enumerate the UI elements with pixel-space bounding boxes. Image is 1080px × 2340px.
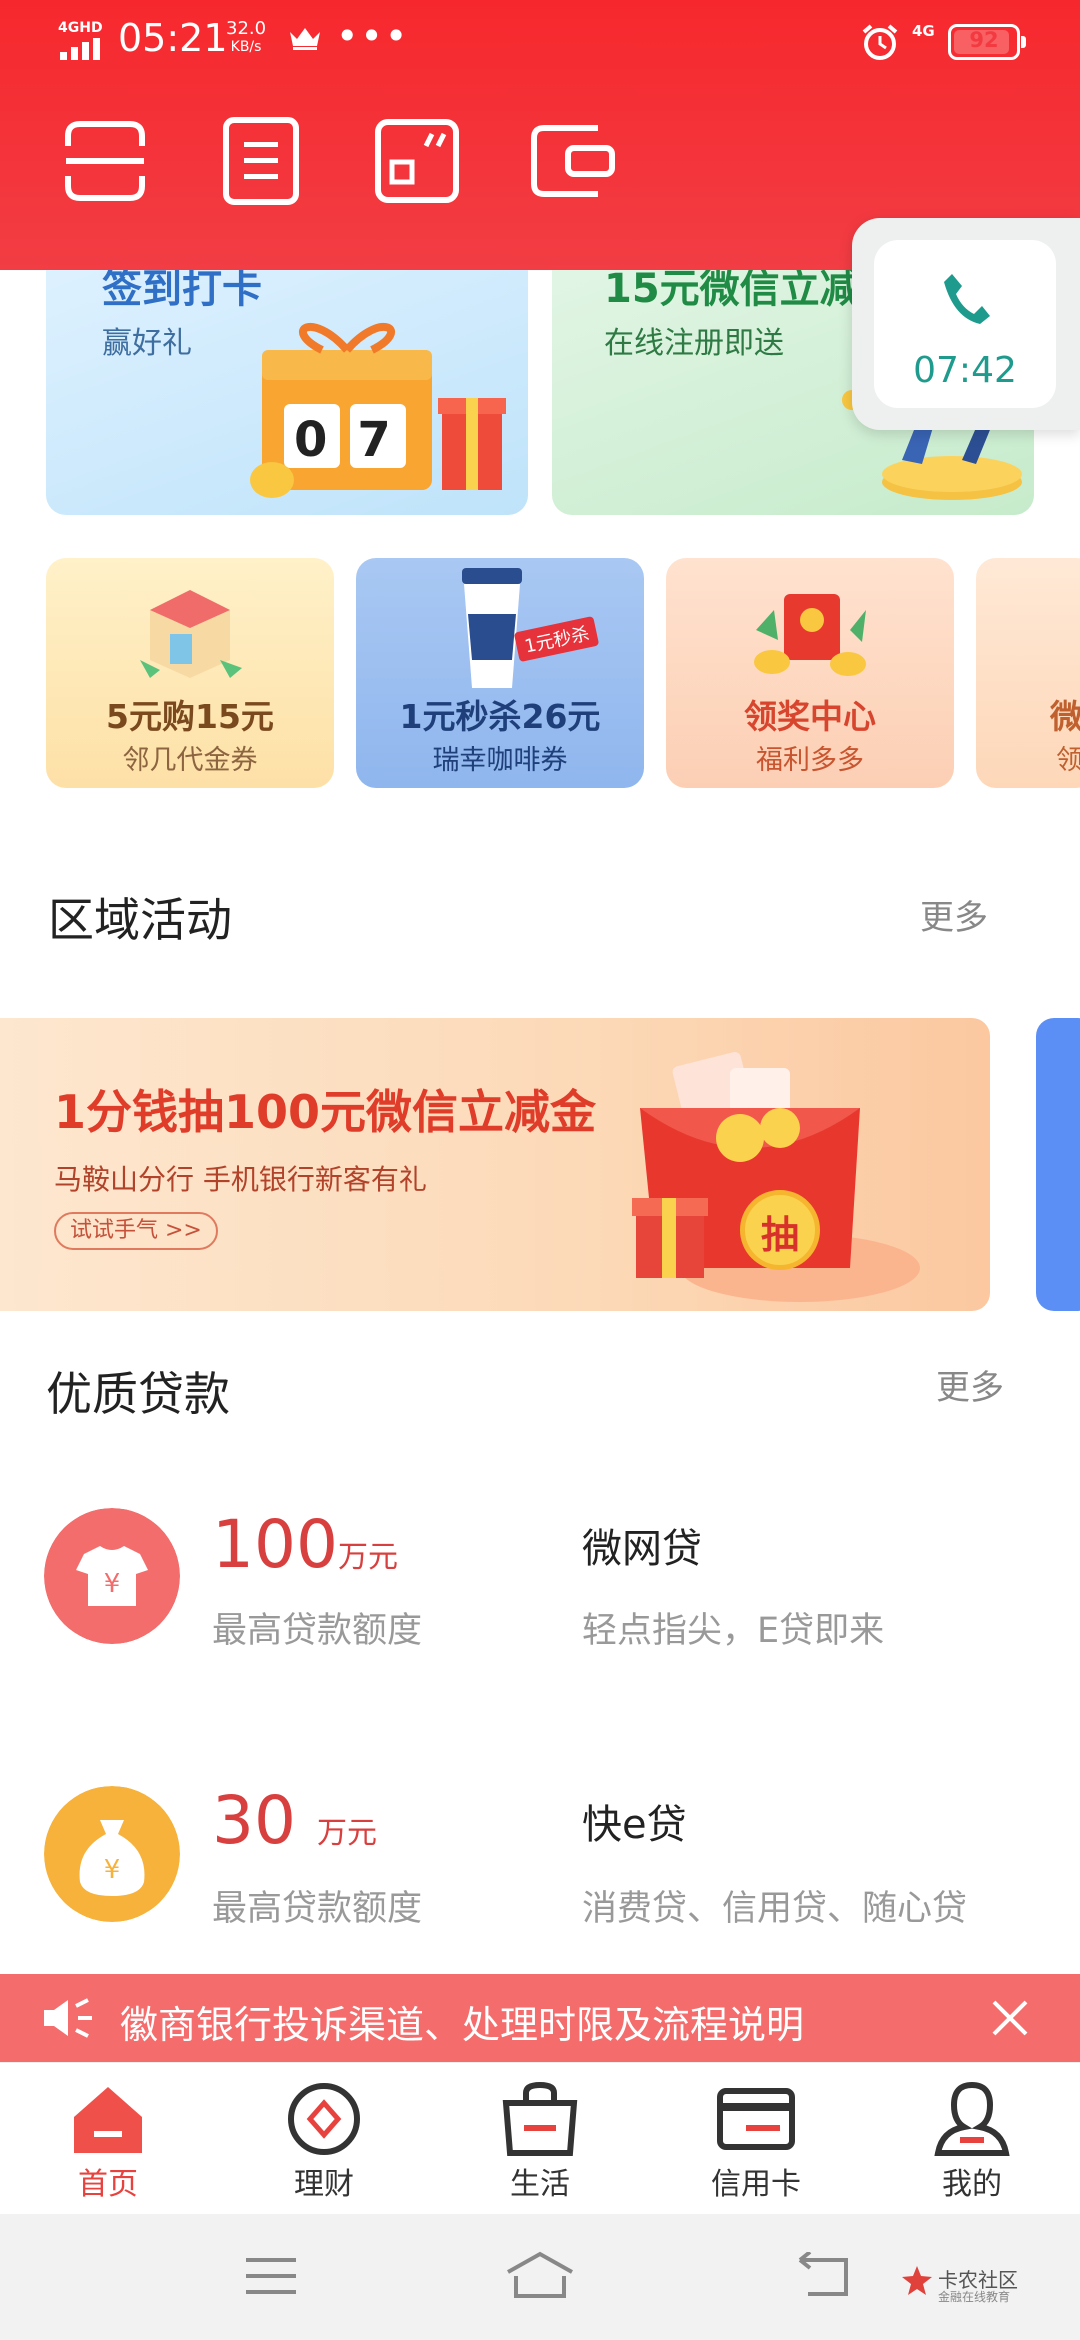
tab-label: 生活: [510, 2167, 570, 2202]
loan-amount: 30 万元: [212, 1782, 377, 1859]
loan-amount-label: 最高贷款额度: [212, 1889, 423, 1929]
promo-card-subtitle: 赢好礼: [102, 326, 192, 361]
net-speed-value: 32.0: [226, 18, 267, 39]
finance-icon: [288, 2083, 360, 2155]
mini-card-title: 1元秒杀26元: [399, 697, 601, 736]
banner-headline: 1分钱抽100元微信立减金: [54, 1085, 597, 1139]
lucky-draw-envelope-icon: [632, 1051, 920, 1302]
network-indicator: 4GHD: [58, 20, 103, 36]
battery-level: 92: [969, 28, 999, 52]
battery-icon: 92: [948, 24, 1026, 60]
svg-text:¥: ¥: [104, 1569, 121, 1599]
mini-card-title: 5元购15元: [106, 697, 274, 736]
alarm-icon: [862, 24, 898, 60]
loan-amount: 100万元: [212, 1506, 398, 1583]
tab-finance[interactable]: 理财: [216, 2063, 432, 2215]
draw-badge: 抽: [740, 1190, 820, 1270]
phone-icon: [944, 274, 990, 324]
back-icon[interactable]: [796, 2252, 852, 2298]
mini-card-rewards[interactable]: 领奖中心 福利多多: [666, 558, 954, 788]
network-indicator-2: 4G: [912, 22, 935, 40]
close-icon[interactable]: [990, 1998, 1030, 2038]
bottom-tab-bar: 首页 理财 生活 信用卡 我的: [0, 2062, 1080, 2214]
mini-card-subtitle: 瑞幸咖啡券: [432, 745, 568, 776]
notice-text: 徽商银行投诉渠道、处理时限及流程说明: [120, 2003, 805, 2047]
more-notifications-icon: •••: [336, 14, 410, 58]
tab-label: 信用卡: [711, 2167, 801, 2202]
bill-icon[interactable]: [216, 116, 306, 206]
net-speed: 32.0 KB/s: [226, 20, 266, 56]
signal-icon: [60, 38, 100, 60]
tab-label: 我的: [942, 2167, 1002, 2202]
loan-amount-unit: 万元: [316, 1816, 377, 1851]
money-bag-icon: ¥: [44, 1786, 180, 1922]
loan-product-name: 快e贷: [582, 1802, 687, 1848]
next-banner-peek[interactable]: [1036, 1018, 1080, 1311]
tab-label: 首页: [78, 2167, 138, 2202]
mini-card-voucher[interactable]: 5元购15元 邻几代金券: [46, 558, 334, 788]
shopping-bag-icon: [502, 2081, 578, 2156]
try-luck-button[interactable]: 试试手气 >>: [54, 1212, 218, 1250]
mini-card-subtitle: 邻几代金券: [122, 745, 258, 776]
clock: 05:21: [118, 16, 228, 60]
store-icon: [140, 590, 242, 678]
regional-more-link[interactable]: 更多: [920, 890, 988, 939]
watermark-logo-icon: [902, 2266, 932, 2295]
battery-nub: [1021, 36, 1026, 48]
notice-bar[interactable]: 徽商银行投诉渠道、处理时限及流程说明: [0, 1974, 1080, 2062]
credit-card-icon: [717, 2088, 795, 2150]
tshirt-yuan-icon: ¥: [44, 1508, 180, 1644]
mini-card-subtitle: 领: [1056, 745, 1080, 776]
mini-card-partial[interactable]: 微 领: [976, 558, 1080, 788]
mini-card-coffee[interactable]: 1元秒杀 1元秒杀26元 瑞幸咖啡券: [356, 558, 644, 788]
checkin-day-badge: 07: [294, 412, 421, 468]
red-envelope-icon: [754, 594, 866, 676]
net-speed-unit: KB/s: [230, 39, 262, 55]
loans-more-link[interactable]: 更多: [936, 1360, 1004, 1409]
crown-icon: [290, 28, 320, 50]
tab-credit-card[interactable]: 信用卡: [648, 2063, 864, 2215]
wallet-icon[interactable]: [528, 116, 618, 206]
loan-amount-label: 最高贷款额度: [212, 1611, 423, 1651]
banner-subtitle: 马鞍山分行 手机银行新客有礼: [54, 1163, 427, 1196]
loan-product-desc: 消费贷、信用贷、随心贷: [582, 1889, 968, 1929]
call-widget-inner: 07:42: [874, 240, 1056, 408]
svg-text:¥: ¥: [104, 1855, 121, 1885]
home-icon: [74, 2087, 142, 2153]
watermark: 卡农社区 金融在线教育: [900, 2264, 1018, 2304]
speaker-icon: [44, 1998, 92, 2038]
profile-icon: [934, 2081, 1010, 2156]
coffee-cup-icon: [462, 568, 522, 688]
tab-profile[interactable]: 我的: [864, 2063, 1080, 2215]
promo-card-checkin[interactable]: 签到打卡 赢好礼 07: [46, 240, 528, 515]
status-bar: 4GHD 05:21 32.0 KB/s ••• 4G 92: [0, 0, 1080, 88]
section-title-loans: 优质贷款: [46, 1367, 230, 1421]
regional-banner[interactable]: 1分钱抽100元微信立减金 马鞍山分行 手机银行新客有礼 试试手气 >> 抽: [0, 1018, 990, 1311]
menu-icon[interactable]: [244, 2254, 298, 2298]
call-widget[interactable]: 07:42: [852, 218, 1080, 430]
watermark-subtitle: 金融在线教育: [938, 2290, 1011, 2304]
loan-amount-unit: 万元: [337, 1540, 398, 1575]
tab-home[interactable]: 首页: [0, 2063, 216, 2215]
section-title-regional: 区域活动: [48, 893, 232, 947]
tab-life[interactable]: 生活: [432, 2063, 648, 2215]
gift-calendar-icon: [250, 322, 506, 498]
scan-icon[interactable]: [60, 116, 150, 206]
mini-card-title: 领奖中心: [744, 697, 876, 736]
loan-product-name: 微网贷: [582, 1526, 702, 1572]
mini-card-title: 微: [1050, 697, 1080, 736]
call-duration: 07:42: [913, 350, 1017, 391]
mini-card-subtitle: 福利多多: [756, 745, 864, 776]
loan-amount-value: 100: [212, 1506, 338, 1583]
loan-amount-value: 30: [212, 1782, 296, 1859]
promo-card-subtitle: 在线注册即送: [604, 326, 784, 361]
loan-product-desc: 轻点指尖，E贷即来: [582, 1611, 885, 1651]
tab-label: 理财: [294, 2167, 354, 2202]
home-nav-icon[interactable]: [504, 2250, 576, 2300]
qrcode-icon[interactable]: [372, 116, 462, 206]
system-nav-bar: 卡农社区 金融在线教育: [0, 2214, 1080, 2340]
